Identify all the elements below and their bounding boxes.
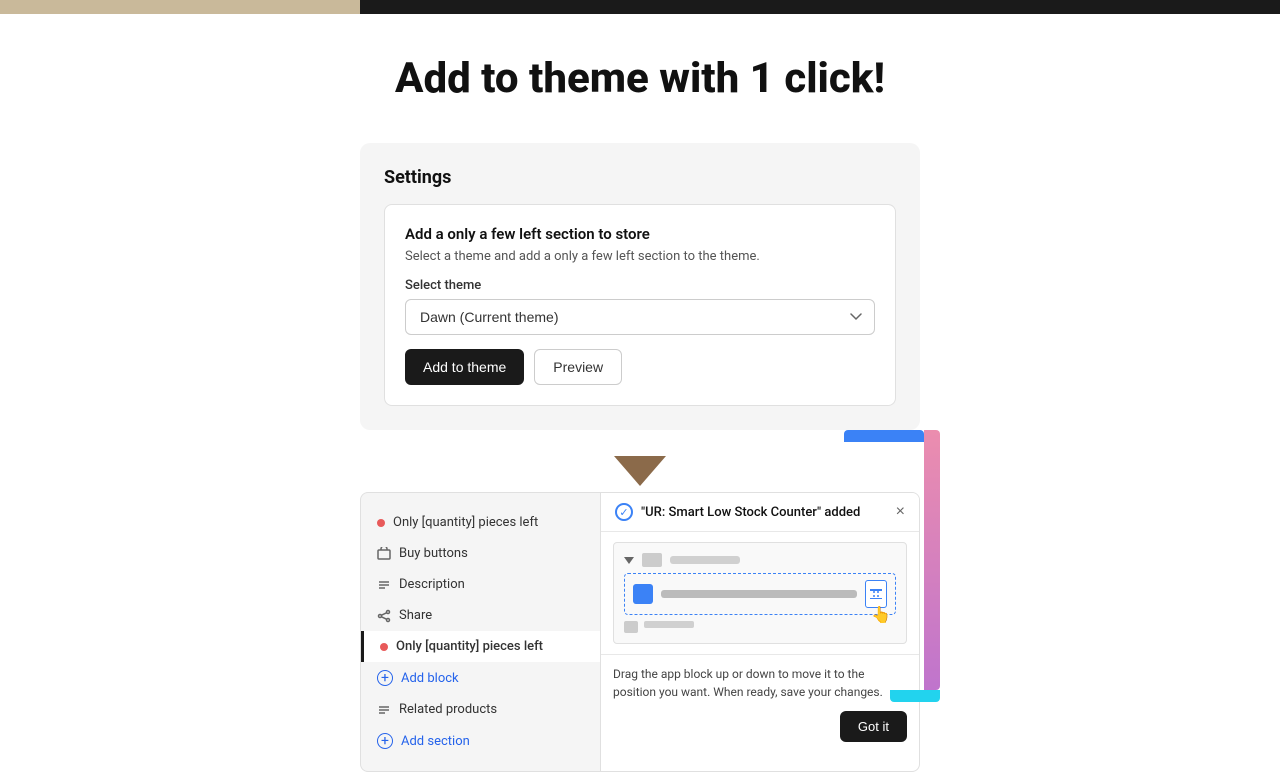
list-item-label: Add section bbox=[401, 734, 470, 749]
dot-icon-active bbox=[380, 643, 388, 651]
share-icon bbox=[377, 609, 391, 623]
preview-area: 👆 bbox=[601, 532, 919, 655]
theme-select-wrapper: Dawn (Current theme) bbox=[405, 299, 875, 349]
settings-card: Settings Add a only a few left section t… bbox=[360, 143, 920, 430]
got-it-row: Got it bbox=[601, 705, 919, 754]
select-theme-label: Select theme bbox=[405, 278, 875, 293]
list-item-label: Related products bbox=[399, 702, 497, 717]
long-bar bbox=[661, 590, 857, 598]
notification-message-area: ✓ "UR: Smart Low Stock Counter" added bbox=[615, 503, 860, 521]
list-item-add-block[interactable]: + Add block bbox=[361, 662, 600, 694]
list-item-buy-buttons[interactable]: Buy buttons bbox=[361, 538, 600, 569]
hero-title: Add to theme with 1 click! bbox=[395, 54, 885, 103]
section-title: Add a only a few left section to store bbox=[405, 225, 875, 243]
check-circle-icon: ✓ bbox=[615, 503, 633, 521]
bottom-section: Only [quantity] pieces left Buy buttons … bbox=[360, 492, 920, 772]
gray-square bbox=[642, 553, 662, 567]
corner-decoration bbox=[0, 0, 360, 14]
list-item-label: Buy buttons bbox=[399, 546, 468, 561]
small-gray-square bbox=[624, 621, 638, 633]
list-item-only-qty-1[interactable]: Only [quantity] pieces left bbox=[361, 507, 600, 538]
add-section-icon: + bbox=[377, 733, 393, 749]
drag-handle-icon[interactable] bbox=[865, 580, 887, 608]
gray-bar bbox=[670, 556, 740, 564]
mockup-row-2 bbox=[633, 580, 887, 608]
list-icon bbox=[377, 578, 391, 592]
highlighted-row: 👆 bbox=[624, 573, 896, 615]
dot-icon bbox=[377, 519, 385, 527]
add-circle-icon: + bbox=[377, 670, 393, 686]
list-item-description[interactable]: Description bbox=[361, 569, 600, 600]
action-buttons: Add to theme Preview bbox=[405, 349, 875, 385]
list-item-label: Description bbox=[399, 577, 465, 592]
add-to-theme-button[interactable]: Add to theme bbox=[405, 349, 524, 385]
mockup-row-3 bbox=[624, 621, 896, 633]
close-notification-button[interactable]: × bbox=[896, 504, 905, 520]
preview-button[interactable]: Preview bbox=[534, 349, 622, 385]
right-edge-decoration bbox=[924, 430, 940, 690]
cart-icon bbox=[377, 547, 391, 561]
main-content: Add to theme with 1 click! Settings Add … bbox=[0, 14, 1280, 720]
right-panel: ✓ "UR: Smart Low Stock Counter" added × bbox=[600, 492, 920, 772]
list-item-label: Only [quantity] pieces left bbox=[393, 515, 538, 530]
list-item-label: Only [quantity] pieces left bbox=[396, 639, 543, 654]
related-products-icon bbox=[377, 703, 391, 717]
blue-block bbox=[633, 584, 653, 604]
notification-text: "UR: Smart Low Stock Counter" added bbox=[641, 505, 860, 520]
drag-text: Drag the app block up or down to move it… bbox=[601, 655, 919, 705]
list-item-related-products[interactable]: Related products bbox=[361, 694, 600, 725]
list-item-only-qty-2-active[interactable]: Only [quantity] pieces left bbox=[361, 631, 600, 662]
section-desc: Select a theme and add a only a few left… bbox=[405, 249, 875, 264]
settings-inner: Add a only a few left section to store S… bbox=[384, 204, 896, 406]
list-item-label: Share bbox=[399, 608, 432, 623]
blue-top-bar-decoration bbox=[844, 430, 924, 442]
list-item-add-section[interactable]: + Add section bbox=[361, 725, 600, 757]
teal-bottom-bar-decoration bbox=[890, 690, 940, 702]
settings-card-title: Settings bbox=[384, 167, 896, 188]
left-panel: Only [quantity] pieces left Buy buttons … bbox=[360, 492, 600, 772]
top-bar bbox=[360, 0, 1280, 14]
list-item-label: Add block bbox=[401, 671, 459, 686]
arrow-down-icon bbox=[614, 456, 666, 486]
notification-bar: ✓ "UR: Smart Low Stock Counter" added × bbox=[601, 493, 919, 532]
preview-mockup: 👆 bbox=[613, 542, 907, 644]
triangle-icon bbox=[624, 557, 634, 564]
theme-select[interactable]: Dawn (Current theme) bbox=[405, 299, 875, 335]
cursor-icon: 👆 bbox=[871, 605, 891, 624]
got-it-button[interactable]: Got it bbox=[840, 711, 907, 742]
list-item-share[interactable]: Share bbox=[361, 600, 600, 631]
mockup-row-1 bbox=[624, 553, 896, 567]
small-bar bbox=[644, 621, 694, 628]
